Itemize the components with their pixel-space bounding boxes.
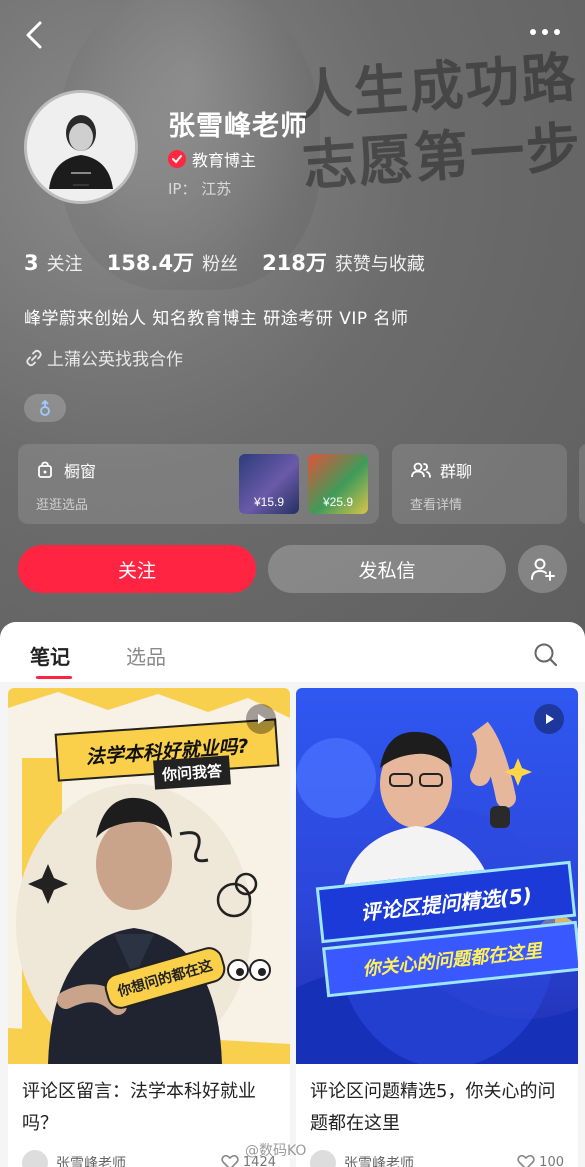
author-name: 张雪峰老师	[56, 1156, 126, 1167]
note-cover[interactable]: 评论区提问精选(5) 你关心的问题都在这里	[296, 688, 578, 1064]
link-icon	[26, 349, 42, 366]
stat-label: 粉丝	[202, 254, 239, 275]
stat-label: 获赞与收藏	[334, 254, 425, 275]
back-button[interactable]	[18, 18, 52, 52]
note-author[interactable]: 张雪峰老师	[22, 1150, 126, 1167]
search-button[interactable]	[533, 642, 559, 668]
shopping-bag-icon	[38, 461, 52, 478]
product-thumbnail[interactable]: ¥15.9	[239, 454, 299, 514]
note-title[interactable]: 评论区问题精选5，你关心的问题都在这里	[310, 1076, 566, 1140]
bio-text: 峰学蔚来创始人 知名教育博主 研途考研 VIP 名师	[24, 309, 409, 329]
note-card[interactable]: 评论区提问精选(5) 你关心的问题都在这里 评论区问题精选5，你关心的问题都在这…	[296, 688, 578, 1167]
stat-following[interactable]: 3 关注	[24, 250, 83, 276]
product-price: ¥15.9	[253, 495, 285, 509]
group-users-icon	[411, 462, 431, 478]
tab-notes[interactable]: 笔记	[30, 641, 70, 670]
shop-title-row: 橱窗	[36, 458, 96, 482]
stat-value: 218万	[262, 251, 327, 275]
message-button[interactable]: 发私信	[268, 545, 506, 593]
chevron-left-icon	[26, 21, 42, 49]
stat-label: 关注	[46, 254, 83, 275]
author-avatar	[310, 1150, 336, 1167]
tab-indicator	[36, 676, 72, 679]
group-chat-card[interactable]: 群聊 查看详情	[392, 444, 567, 524]
stat-value: 158.4万	[106, 251, 195, 275]
add-user-icon	[530, 558, 555, 581]
search-icon	[534, 643, 558, 667]
more-dots-icon	[530, 29, 560, 35]
video-play-icon	[534, 704, 564, 734]
stat-followers[interactable]: 158.4万 粉丝	[107, 247, 238, 277]
stats-row: 3 关注 158.4万 粉丝 218万 获赞与收藏	[24, 247, 449, 277]
ip-location: IP： 江苏	[168, 178, 231, 199]
group-title: 群聊	[440, 462, 473, 481]
tab-selections[interactable]: 选品	[126, 641, 166, 670]
avatar[interactable]	[24, 90, 138, 204]
profile-name: 张雪峰老师	[168, 111, 308, 142]
ip-value: 江苏	[201, 180, 232, 198]
watermark: @数码KO	[245, 1143, 307, 1159]
ip-label: IP：	[168, 180, 197, 198]
verified-check-icon	[168, 150, 186, 168]
profile-header: 人生成功路 志愿第一步 张雪峰老师 教育博主 IP： 江苏 3 关注 158.4…	[0, 0, 585, 650]
next-card-peek[interactable]	[579, 444, 585, 524]
heart-icon	[221, 1154, 239, 1167]
verification-label: 教育博主	[192, 151, 257, 170]
author-name: 张雪峰老师	[344, 1156, 414, 1167]
note-title[interactable]: 评论区留言：法学本科好就业吗？	[22, 1076, 278, 1140]
product-thumbnail[interactable]: ¥25.9	[308, 454, 368, 514]
stat-value: 3	[24, 251, 39, 275]
male-icon	[40, 400, 50, 416]
like-count[interactable]: 100	[517, 1154, 564, 1167]
note-cover[interactable]: 法学本科好就业吗? 你问我答 你想问的都在这	[8, 688, 290, 1064]
cover-subheadline: 你问我答	[153, 755, 231, 790]
group-title-row: 群聊	[410, 458, 472, 482]
link-label: 上蒲公英找我合作	[47, 350, 183, 370]
gender-tag	[24, 394, 66, 422]
group-subtitle: 查看详情	[410, 498, 463, 513]
tab-bar: 笔记 选品	[0, 622, 585, 682]
avatar-portrait	[27, 93, 135, 201]
shop-title: 橱窗	[64, 462, 97, 481]
like-value: 100	[539, 1154, 564, 1167]
note-card[interactable]: 法学本科好就业吗? 你问我答 你想问的都在这 评论区留言：法学本科好就业吗？ 张…	[8, 688, 290, 1167]
author-avatar	[22, 1150, 48, 1167]
video-play-icon	[246, 704, 276, 734]
more-button[interactable]	[525, 22, 565, 42]
product-price: ¥25.9	[322, 495, 354, 509]
add-friend-button[interactable]	[518, 545, 567, 593]
stat-likes-collects[interactable]: 218万 获赞与收藏	[262, 247, 425, 277]
notes-feed: 法学本科好就业吗? 你问我答 你想问的都在这 评论区留言：法学本科好就业吗？ 张…	[0, 682, 585, 1167]
shop-subtitle: 逛逛选品	[36, 498, 89, 513]
shop-window-card[interactable]: 橱窗 逛逛选品 ¥15.9 ¥25.9	[18, 444, 379, 524]
verification-row: 教育博主	[168, 147, 256, 171]
follow-button[interactable]: 关注	[18, 545, 256, 593]
heart-icon	[517, 1154, 535, 1167]
note-author[interactable]: 张雪峰老师	[310, 1150, 414, 1167]
cooperation-link[interactable]: 上蒲公英找我合作	[24, 345, 183, 370]
content-panel: 笔记 选品 法学本科好就业吗? 你问我答 你想问的都在这 评论区留言：法学本科好…	[0, 622, 585, 1167]
